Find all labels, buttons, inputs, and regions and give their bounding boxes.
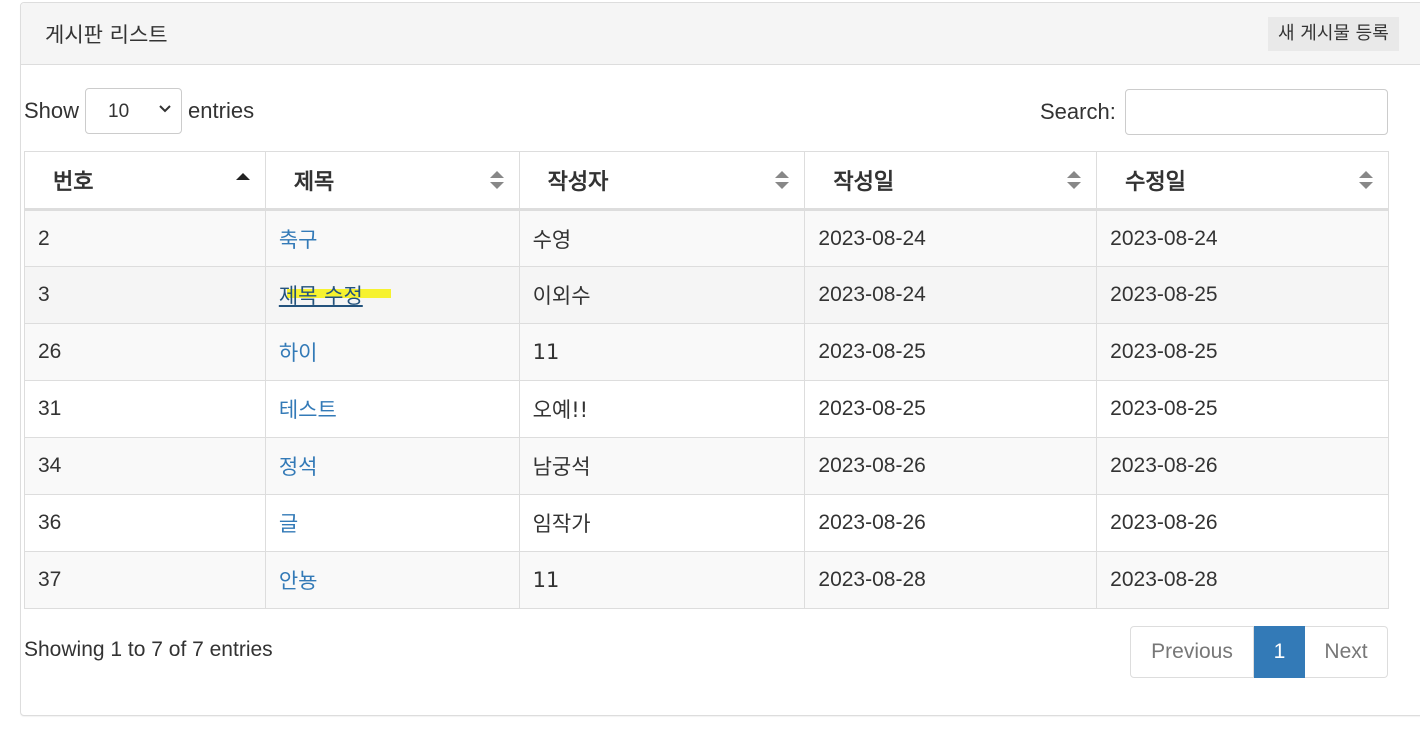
table-info: Showing 1 to 7 of 7 entries [24,638,273,661]
post-title-text: 정석 [278,455,318,479]
cell-no: 3 [24,266,266,324]
post-title-text: 안뇽 [278,569,318,593]
cell-modified: 2023-08-26 [1096,494,1389,552]
cell-no: 31 [24,380,266,438]
cell-author: 11 [518,551,806,609]
sort-both-icon [489,171,504,189]
post-title-text: 축구 [278,227,318,252]
table-row: 36 글 임작가 2023-08-26 2023-08-26 [24,494,1389,552]
page-title: 게시판 리스트 [45,23,168,47]
cell-title: 제목 수정 [264,266,520,324]
cell-author: 오예!! [518,380,806,438]
new-post-button[interactable]: 새 게시물 등록 [1268,17,1399,51]
cell-no: 37 [24,551,266,609]
cell-created: 2023-08-26 [804,437,1098,495]
panel-heading: 게시판 리스트 새 게시물 등록 [21,3,1420,65]
entries-select[interactable]: 10 [85,88,183,134]
show-label: Show [24,98,80,123]
entries-select-value: 10 [108,101,130,122]
post-title-text: 하이 [278,341,318,365]
cell-title: 안뇽 [264,551,520,609]
cell-no: 26 [24,323,266,381]
cell-title: 축구 [264,209,520,267]
column-title-header[interactable]: 제목 [264,151,520,211]
cell-modified: 2023-08-28 [1096,551,1389,609]
column-header-label: 수정일 [1125,170,1186,195]
cell-author: 남궁석 [518,437,806,495]
sort-both-icon [775,171,790,189]
cell-title: 테스트 [264,380,520,438]
post-title-link[interactable]: 축구 [279,228,318,252]
post-title-link[interactable]: 제목 수정 [278,284,391,308]
cell-no: 36 [24,494,266,552]
page-1-button[interactable]: 1 [1254,626,1305,678]
cell-modified: 2023-08-25 [1096,380,1389,438]
cell-author: 이외수 [518,266,806,324]
search-label: Search: [1040,99,1116,124]
cell-no: 2 [24,209,266,267]
cell-title: 글 [264,494,520,552]
column-created-header[interactable]: 작성일 [804,151,1098,211]
pagination: Previous 1 Next [1130,626,1388,678]
table-body: 2 축구 수영 2023-08-24 2023-08-24 3 제목 수정 이외수 2023-0… [24,209,1389,609]
table-row: 34 정석 남궁석 2023-08-26 2023-08-26 [24,437,1389,495]
next-page-button[interactable]: Next [1305,626,1388,678]
table-row: 26 하이 11 2023-08-25 2023-08-25 [24,323,1389,381]
post-title-link[interactable]: 글 [279,512,298,536]
sort-ascending-icon [235,173,250,180]
column-header-label: 번호 [53,170,94,195]
cell-modified: 2023-08-25 [1096,323,1389,381]
column-modified-header[interactable]: 수정일 [1096,151,1389,211]
sort-both-icon [1067,171,1082,189]
column-author-header[interactable]: 작성자 [518,151,806,211]
post-title-text: 테스트 [278,398,337,422]
post-title-link[interactable]: 안뇽 [279,569,318,593]
search-control: Search: [1040,88,1388,136]
previous-page-button[interactable]: Previous [1130,626,1254,678]
column-header-label: 제목 [293,170,335,195]
entries-length-control: Show 10 entries [24,87,254,135]
board-table: 번호 제목 작성자 작성일 수정일 2 축구 수영 2023-08-24 2023-08-24 3… [24,151,1389,609]
cell-modified: 2023-08-25 [1096,266,1389,324]
post-title-text: 글 [278,512,299,536]
post-title-text: 제목 수정 [278,284,363,308]
table-row: 31 테스트 오예!! 2023-08-25 2023-08-25 [24,380,1389,438]
entries-label: entries [188,98,255,123]
cell-modified: 2023-08-26 [1096,437,1389,495]
column-header-label: 작성자 [547,170,609,195]
cell-author: 임작가 [518,494,806,552]
cell-author: 수영 [518,209,806,267]
post-title-link[interactable]: 정석 [279,455,318,479]
table-header-row: 번호 제목 작성자 작성일 수정일 [24,151,1389,211]
sort-both-icon [1359,171,1373,189]
cell-no: 34 [24,437,266,495]
post-title-link[interactable]: 하이 [279,341,318,365]
table-row: 3 제목 수정 이외수 2023-08-24 2023-08-25 [24,266,1389,324]
cell-created: 2023-08-24 [804,266,1098,324]
cell-created: 2023-08-26 [804,494,1098,552]
cell-title: 정석 [264,437,520,495]
post-title-link[interactable]: 테스트 [279,398,337,422]
search-input[interactable] [1124,89,1388,135]
cell-created: 2023-08-28 [804,551,1098,609]
cell-title: 하이 [264,323,520,381]
cell-created: 2023-08-25 [804,323,1098,381]
cell-author: 11 [518,323,806,381]
table-row: 2 축구 수영 2023-08-24 2023-08-24 [24,209,1389,267]
cell-created: 2023-08-25 [804,380,1098,438]
cell-created: 2023-08-24 [804,209,1098,267]
table-row: 37 안뇽 11 2023-08-28 2023-08-28 [24,551,1389,609]
cell-modified: 2023-08-24 [1096,209,1389,267]
column-no-header[interactable]: 번호 [24,151,266,211]
chevron-down-icon [159,105,171,113]
column-header-label: 작성일 [833,170,895,195]
